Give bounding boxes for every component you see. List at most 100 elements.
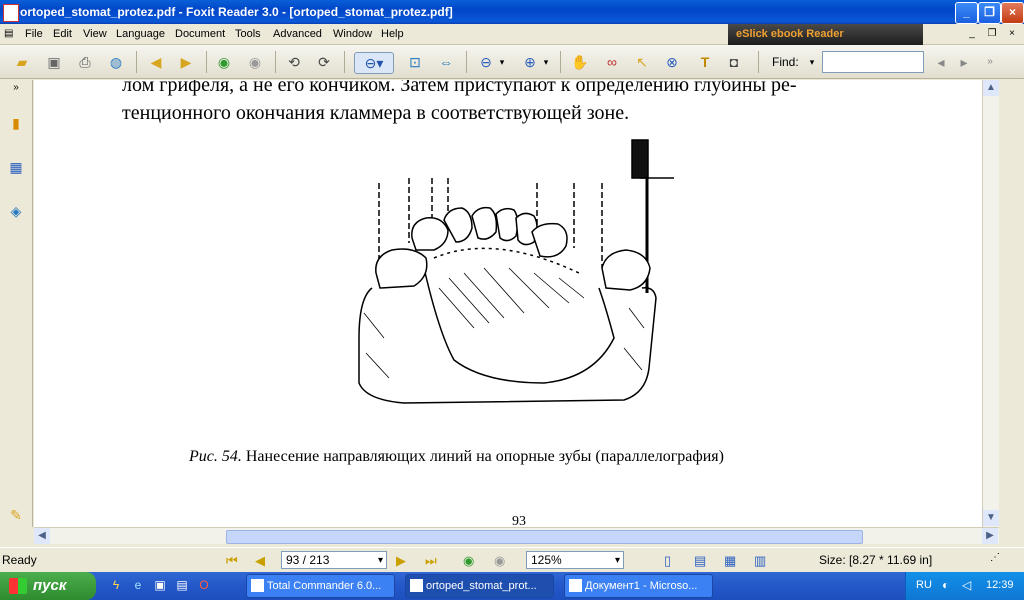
rotate-left-icon[interactable]: ⟲ <box>284 52 304 72</box>
figure-number: Рис. 54. <box>189 448 242 465</box>
find-previous-icon[interactable]: ◂ <box>931 52 951 72</box>
language-indicator[interactable]: RU <box>916 579 932 591</box>
menu-help[interactable]: Help <box>381 28 404 40</box>
zoom-value: 125% <box>531 553 562 567</box>
chevron-down-icon[interactable]: ▾ <box>378 552 383 569</box>
save-icon[interactable]: ▣ <box>44 52 64 72</box>
chevron-down-icon[interactable]: ▾ <box>806 52 818 72</box>
bookmarks-icon[interactable]: ▮ <box>4 110 28 136</box>
toolbar-separator <box>206 51 207 73</box>
scroll-right-icon[interactable]: ▶ <box>982 528 998 544</box>
volume-icon[interactable]: ◁ <box>962 578 971 592</box>
fit-page-icon[interactable]: ⊡ <box>405 52 425 72</box>
main-toolbar: ▰ ▣ ⎙ ◍ ◀ ▶ ◉ ◉ ⟲ ⟳ ⊖▾ ⊡ ⇔ ⊖ ▾ ⊕ ▾ ✋ ∞ ↖… <box>0 45 1024 79</box>
scroll-down-icon[interactable]: ▼ <box>983 510 999 526</box>
menu-file[interactable]: File <box>25 28 43 40</box>
close-button[interactable]: × <box>1001 2 1024 24</box>
reading-glasses-icon[interactable]: ∞ <box>602 52 622 72</box>
text-select-icon[interactable]: T <box>695 52 715 72</box>
toolbar-separator <box>275 51 276 73</box>
horizontal-scroll-thumb[interactable] <box>226 530 863 544</box>
previous-page-icon[interactable]: ◀ <box>146 52 166 72</box>
last-page-icon[interactable]: ⏭ <box>425 553 437 569</box>
mdi-minimize-button[interactable]: _ <box>964 27 980 41</box>
single-page-icon[interactable]: ▯ <box>664 553 671 569</box>
media-player-icon[interactable]: ▤ <box>174 578 190 594</box>
resize-grip-icon[interactable]: ⋰ <box>990 552 1000 563</box>
zoom-out-icon[interactable]: ⊖ <box>476 52 496 72</box>
windows-flag-icon <box>9 578 27 594</box>
menu-tools[interactable]: Tools <box>235 28 261 40</box>
previous-page-status-icon[interactable]: ◀ <box>255 553 265 569</box>
continuous-facing-icon[interactable]: ▥ <box>754 553 766 569</box>
start-label: пуск <box>33 577 67 594</box>
menu-advanced[interactable]: Advanced <box>273 28 322 40</box>
find-input[interactable] <box>822 51 924 73</box>
menu-document[interactable]: Document <box>175 28 225 40</box>
snapshot-camera-icon[interactable]: ◘ <box>724 52 744 72</box>
internet-explorer-icon[interactable]: e <box>130 578 146 594</box>
toolbar-overflow-icon[interactable]: » <box>980 52 1000 72</box>
mdi-close-button[interactable]: × <box>1004 27 1020 41</box>
email-globe-icon[interactable]: ◍ <box>106 52 126 72</box>
status-ready: Ready <box>2 553 37 567</box>
mdi-restore-button[interactable]: ❐ <box>984 27 1000 41</box>
taskbar-item-total-commander[interactable]: Total Commander 6.0... <box>246 574 395 598</box>
taskbar-item-word[interactable]: Документ1 - Microso... <box>564 574 713 598</box>
rotate-right-icon[interactable]: ⟳ <box>314 52 334 72</box>
expand-panel-icon[interactable]: » <box>4 80 28 96</box>
hand-tool-icon[interactable]: ✋ <box>570 52 590 72</box>
page-number-value: 93 / 213 <box>286 553 330 567</box>
right-frame <box>999 80 1024 547</box>
open-folder-icon[interactable]: ▰ <box>12 52 32 72</box>
taskbar-item-foxit[interactable]: ortoped_stomat_prot... <box>405 574 554 598</box>
facing-pages-icon[interactable]: ▦ <box>724 553 736 569</box>
menu-language[interactable]: Language <box>116 28 165 40</box>
horizontal-scrollbar[interactable]: ◀ ▶ <box>34 527 999 544</box>
print-icon[interactable]: ⎙ <box>75 52 95 72</box>
next-view-icon[interactable]: ◉ <box>494 553 505 569</box>
menu-view[interactable]: View <box>83 28 107 40</box>
opera-icon[interactable]: O <box>196 578 212 594</box>
vertical-scrollbar[interactable]: ▲ ▼ <box>982 80 999 527</box>
zoom-out-tool-icon[interactable]: ⊖▾ <box>354 52 394 74</box>
scroll-left-icon[interactable]: ◀ <box>34 528 50 544</box>
next-page-status-icon[interactable]: ▶ <box>396 553 406 569</box>
maximize-button[interactable]: ❐ <box>978 2 1001 24</box>
menu-edit[interactable]: Edit <box>53 28 72 40</box>
minimize-button[interactable]: _ <box>955 2 978 24</box>
go-forward-icon[interactable]: ◉ <box>245 52 265 72</box>
scroll-up-icon[interactable]: ▲ <box>983 80 999 96</box>
figure-caption-text: Нанесение направляющих линий на опорные … <box>241 448 724 465</box>
next-page-icon[interactable]: ▶ <box>176 52 196 72</box>
tray-arrow-icon[interactable]: ◐ <box>942 578 949 592</box>
layers-icon[interactable]: ◈ <box>4 198 28 224</box>
start-button[interactable]: пуск <box>0 572 96 600</box>
title-bar[interactable]: ortoped_stomat_protez.pdf - Foxit Reader… <box>0 0 1024 24</box>
continuous-page-icon[interactable]: ▤ <box>694 553 706 569</box>
first-page-icon[interactable]: ⏮ <box>226 553 238 569</box>
fit-width-icon[interactable]: ⇔ <box>436 52 456 72</box>
previous-view-icon[interactable]: ◉ <box>463 553 474 569</box>
document-menu-icon[interactable]: ▤ <box>4 28 13 39</box>
page-thumbnails-icon[interactable]: ▦ <box>4 154 28 180</box>
navigation-panel: » ▮ ▦ ◈ ✎ <box>0 80 33 527</box>
go-back-icon[interactable]: ◉ <box>214 52 234 72</box>
attachments-paperclip-icon[interactable]: ✎ <box>4 502 28 528</box>
select-arrow-icon[interactable]: ↖ <box>632 52 652 72</box>
document-view[interactable]: лом грифеля, а не его кончиком. Затем пр… <box>34 80 982 527</box>
eslick-banner[interactable]: eSlick ebook Reader <box>728 24 923 45</box>
task-label: Total Commander 6.0... <box>267 580 382 592</box>
task-label: ortoped_stomat_prot... <box>426 580 537 592</box>
binoculars-icon[interactable]: ⊗ <box>662 52 682 72</box>
find-next-icon[interactable]: ▸ <box>954 52 974 72</box>
chevron-down-icon[interactable]: ▾ <box>497 52 507 72</box>
zoom-field[interactable]: 125% ▾ <box>526 551 624 569</box>
zoom-in-icon[interactable]: ⊕ <box>520 52 540 72</box>
page-number-field[interactable]: 93 / 213 ▾ <box>281 551 387 569</box>
chevron-down-icon[interactable]: ▾ <box>615 552 620 569</box>
menu-window[interactable]: Window <box>333 28 372 40</box>
quicklaunch-lightning-icon[interactable]: ϟ <box>108 578 124 594</box>
show-desktop-icon[interactable]: ▣ <box>152 578 168 594</box>
chevron-down-icon[interactable]: ▾ <box>541 52 551 72</box>
